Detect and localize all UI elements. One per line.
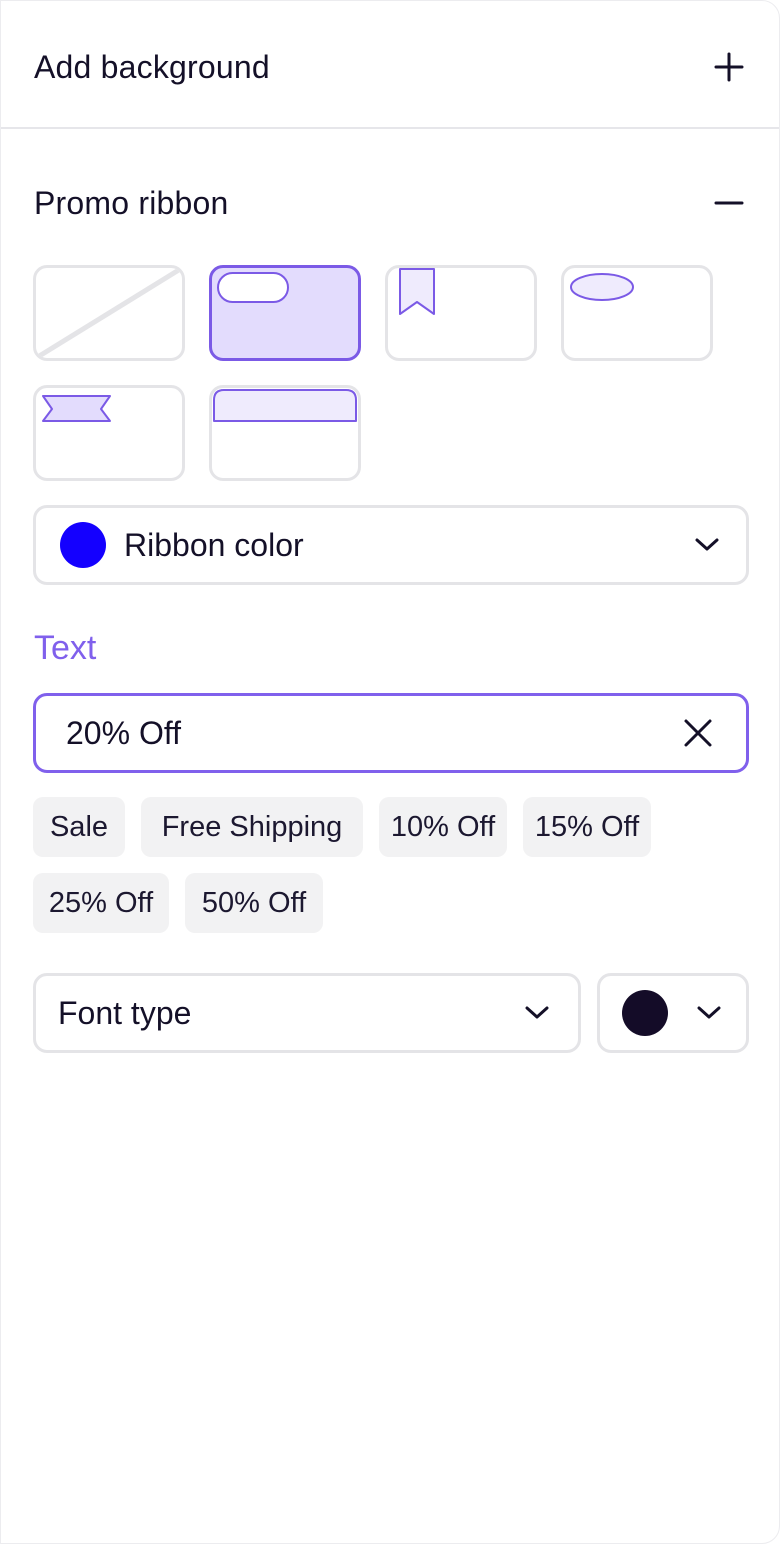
section-divider xyxy=(1,127,779,129)
promo-ribbon-header[interactable]: Promo ribbon xyxy=(34,175,747,231)
add-background-title: Add background xyxy=(34,48,270,85)
font-color-dropdown[interactable] xyxy=(597,973,749,1053)
suggestion-chip[interactable]: Sale xyxy=(33,797,125,857)
tab-ribbon-icon xyxy=(213,389,357,422)
ribbon-color-label: Ribbon color xyxy=(124,526,304,563)
ribbon-settings-panel: Add background Promo ribbon Ribbon color… xyxy=(0,0,780,1544)
ribbon-color-swatch xyxy=(60,522,106,568)
promo-ribbon-title: Promo ribbon xyxy=(34,184,229,221)
no-ribbon-icon xyxy=(36,268,182,358)
plus-icon[interactable] xyxy=(711,49,747,85)
ribbon-style-none[interactable] xyxy=(33,265,185,361)
ribbon-style-oval[interactable] xyxy=(561,265,713,361)
close-icon[interactable] xyxy=(680,715,716,751)
suggestion-chip[interactable]: 10% Off xyxy=(379,797,507,857)
text-heading: Text xyxy=(34,629,97,667)
ribbon-text-field[interactable] xyxy=(33,693,749,773)
ribbon-color-dropdown[interactable]: Ribbon color xyxy=(33,505,749,585)
minus-icon[interactable] xyxy=(711,185,747,221)
suggestion-chip[interactable]: 15% Off xyxy=(523,797,651,857)
suggestion-chip[interactable]: 50% Off xyxy=(185,873,323,933)
banner-ribbon-icon xyxy=(42,395,111,422)
font-type-label: Font type xyxy=(58,994,192,1031)
font-color-swatch xyxy=(622,990,668,1036)
chevron-down-icon xyxy=(697,1006,721,1019)
ribbon-style-tab[interactable] xyxy=(209,385,361,481)
font-type-dropdown[interactable]: Font type xyxy=(33,973,581,1053)
chevron-down-icon xyxy=(695,538,719,551)
suggestion-chip[interactable]: 25% Off xyxy=(33,873,169,933)
ribbon-style-banner[interactable] xyxy=(33,385,185,481)
oval-ribbon-icon xyxy=(570,273,634,301)
pill-ribbon-icon xyxy=(217,272,289,303)
ribbon-style-pill[interactable] xyxy=(209,265,361,361)
suggestion-chip[interactable]: Free Shipping xyxy=(141,797,363,857)
add-background-header[interactable]: Add background xyxy=(34,39,747,95)
ribbon-style-bookmark[interactable] xyxy=(385,265,537,361)
bookmark-ribbon-icon xyxy=(399,268,435,315)
ribbon-text-input[interactable] xyxy=(66,714,680,752)
chevron-down-icon xyxy=(525,1006,549,1019)
